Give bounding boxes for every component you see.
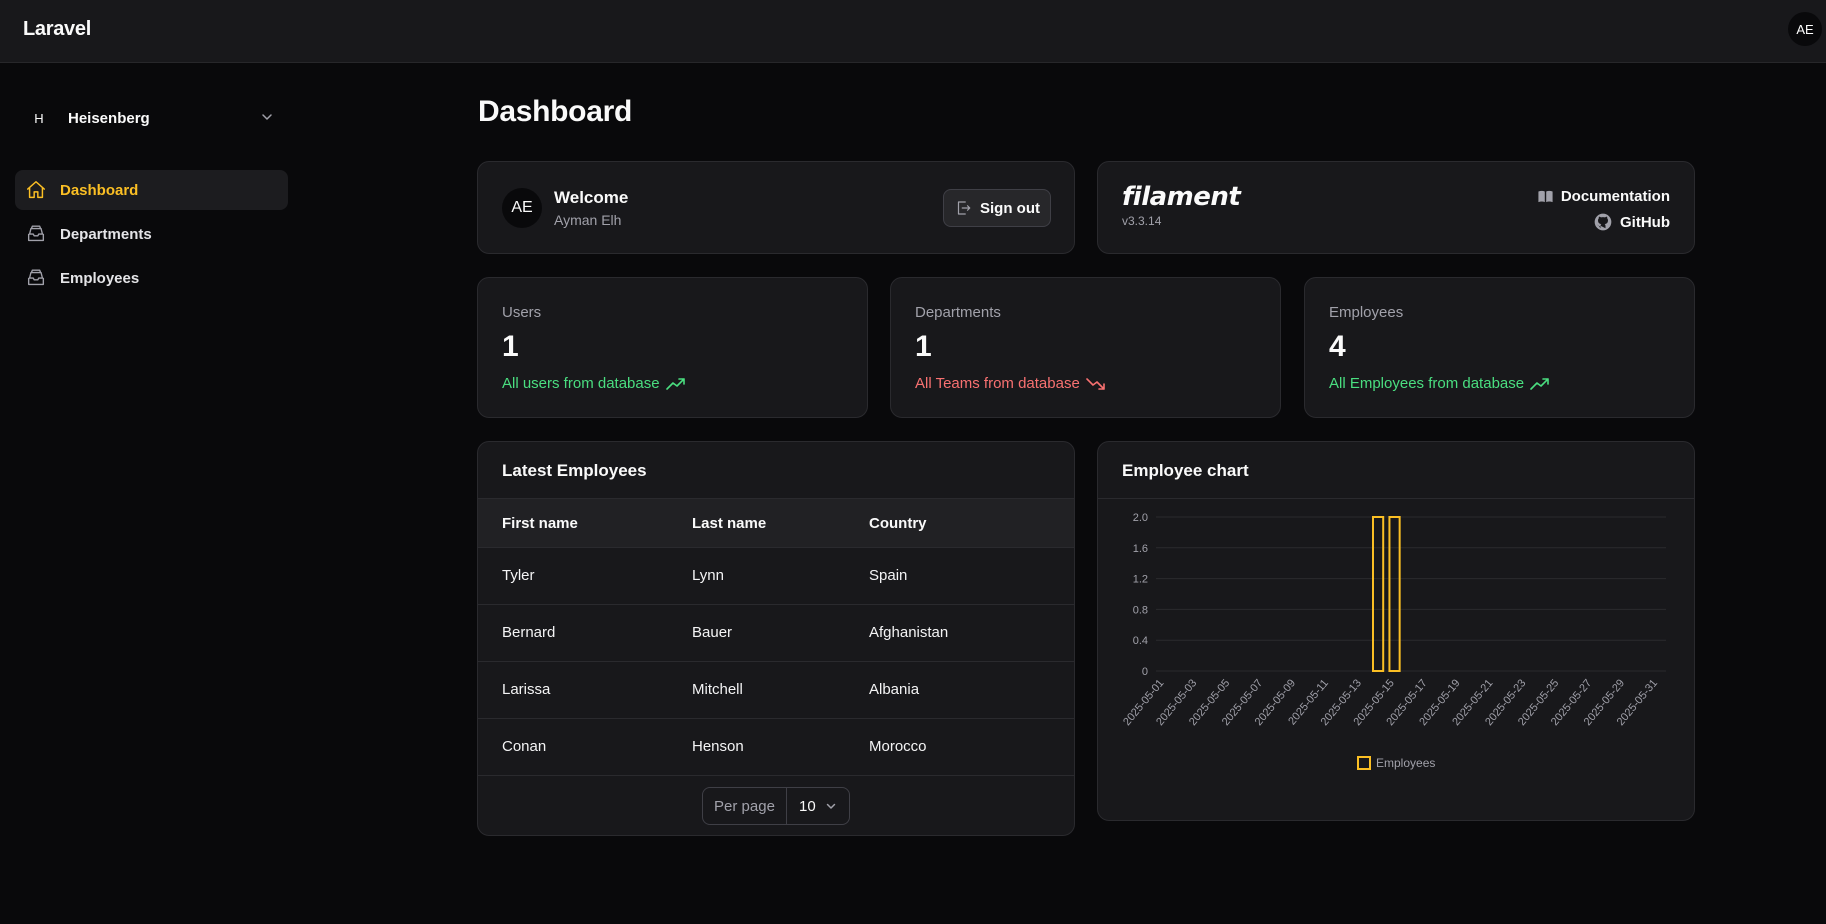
sidebar-item-employees[interactable]: Employees — [15, 258, 288, 298]
home-icon — [25, 179, 47, 201]
sidebar-item-label: Dashboard — [60, 181, 139, 199]
tenant-menu[interactable]: H Heisenberg — [26, 104, 282, 132]
sign-out-icon — [954, 199, 972, 217]
stat-value: 4 — [1329, 330, 1346, 363]
stat-description-text: All Employees from database — [1329, 375, 1525, 392]
column-header-first-name[interactable]: First name — [502, 515, 578, 532]
tenant-name: Heisenberg — [68, 109, 150, 127]
github-label: GitHub — [1620, 213, 1670, 231]
employee-chart-widget: Employee chart 0 0.4 0.8 1.2 1.6 2.0 2025-05-0… — [1097, 441, 1695, 821]
trending-up-icon — [665, 377, 686, 391]
book-open-icon — [1537, 188, 1554, 205]
stat-description-text: All users from database — [502, 375, 660, 392]
trending-up-icon — [1530, 377, 1550, 391]
cell-last-name: Henson — [692, 738, 744, 755]
cell-first-name: Bernard — [502, 624, 556, 641]
sidebar-item-label: Employees — [60, 269, 140, 287]
table-row[interactable]: Bernard Bauer Afghanistan — [478, 605, 1074, 662]
cell-country: Albania — [869, 681, 920, 698]
stat-description-text: All Teams from database — [915, 375, 1080, 392]
y-tick-label: 1.6 — [1133, 543, 1148, 555]
brand-logo[interactable]: Laravel — [23, 18, 91, 41]
y-tick-label: 0.8 — [1133, 604, 1148, 616]
cell-first-name: Tyler — [502, 567, 535, 584]
stat-value: 1 — [915, 330, 932, 363]
cell-last-name: Lynn — [692, 567, 724, 584]
latest-employees-widget: Latest Employees First name Last name Co… — [477, 441, 1075, 836]
chevron-down-icon — [260, 110, 274, 127]
inbox-stack-icon — [25, 223, 47, 245]
github-link[interactable]: GitHub — [1593, 212, 1670, 232]
stat-card-users: Users 1 All users from database — [477, 277, 868, 418]
cell-country: Afghanistan — [869, 624, 949, 641]
table-row[interactable]: Tyler Lynn Spain — [478, 548, 1074, 605]
chevron-down-icon — [825, 800, 837, 812]
y-tick-label: 0 — [1142, 666, 1148, 678]
chart-heading: Employee chart — [1122, 461, 1249, 480]
documentation-label: Documentation — [1560, 188, 1670, 205]
column-header-country[interactable]: Country — [869, 515, 927, 532]
stat-description: All Teams from database — [915, 375, 1106, 392]
inbox-stack-icon — [25, 267, 47, 289]
stat-label: Employees — [1329, 304, 1404, 321]
stat-description: All Employees from database — [1329, 375, 1550, 392]
stat-label: Departments — [915, 304, 1001, 321]
sidebar-item-dashboard[interactable]: Dashboard — [15, 170, 288, 210]
stat-card-employees: Employees 4 All Employees from database — [1304, 277, 1695, 418]
table-heading: Latest Employees — [502, 461, 647, 480]
stat-label: Users — [502, 304, 542, 321]
github-icon — [1593, 212, 1613, 232]
filament-logo[interactable]: filament — [1122, 182, 1241, 212]
chart-bar — [1371, 516, 1385, 672]
user-avatar-button[interactable]: AE — [1788, 12, 1822, 46]
documentation-link[interactable]: Documentation — [1537, 188, 1670, 205]
sign-out-button[interactable]: Sign out — [943, 189, 1051, 227]
cell-last-name: Bauer — [692, 624, 733, 641]
user-name: Ayman Elh — [554, 212, 622, 228]
trending-down-icon — [1086, 377, 1106, 391]
y-tick-label: 1.2 — [1133, 574, 1148, 586]
table-header: First name Last name Country — [478, 498, 1074, 548]
sidebar-item-label: Departments — [60, 225, 152, 243]
sign-out-label: Sign out — [980, 199, 1040, 217]
employee-chart: 00.40.81.21.62.02025-05-012025-05-032025… — [1121, 512, 1666, 770]
y-tick-label: 2.0 — [1133, 512, 1148, 524]
tenant-avatar: H — [34, 110, 44, 126]
cell-country: Spain — [869, 567, 908, 584]
cell-last-name: Mitchell — [692, 681, 743, 698]
filament-info-widget: filament v3.3.14 Documentation GitHub — [1097, 161, 1695, 254]
cell-country: Morocco — [869, 738, 927, 755]
column-header-last-name[interactable]: Last name — [692, 515, 766, 532]
topbar: Laravel AE — [0, 0, 1826, 63]
per-page-select[interactable]: Per page 10 — [702, 787, 850, 825]
page-title: Dashboard — [478, 95, 632, 128]
chart-bar — [1388, 516, 1401, 672]
table-row[interactable]: Conan Henson Morocco — [478, 719, 1074, 776]
per-page-value: 10 — [799, 797, 816, 815]
legend-swatch — [1357, 756, 1371, 770]
stat-description: All users from database — [502, 375, 686, 392]
filament-version: v3.3.14 — [1122, 214, 1162, 228]
stat-card-departments: Departments 1 All Teams from database — [890, 277, 1281, 418]
cell-first-name: Larissa — [502, 681, 551, 698]
sidebar-item-departments[interactable]: Departments — [15, 214, 288, 254]
per-page-label: Per page — [703, 788, 787, 824]
avatar: AE — [502, 188, 542, 228]
legend-label: Employees — [1376, 756, 1435, 770]
welcome-title: Welcome — [554, 188, 629, 207]
account-widget: AE Welcome Ayman Elh Sign out — [477, 161, 1075, 254]
y-tick-label: 0.4 — [1133, 635, 1148, 647]
cell-first-name: Conan — [502, 738, 547, 755]
table-row[interactable]: Larissa Mitchell Albania — [478, 662, 1074, 719]
stat-value: 1 — [502, 330, 519, 363]
